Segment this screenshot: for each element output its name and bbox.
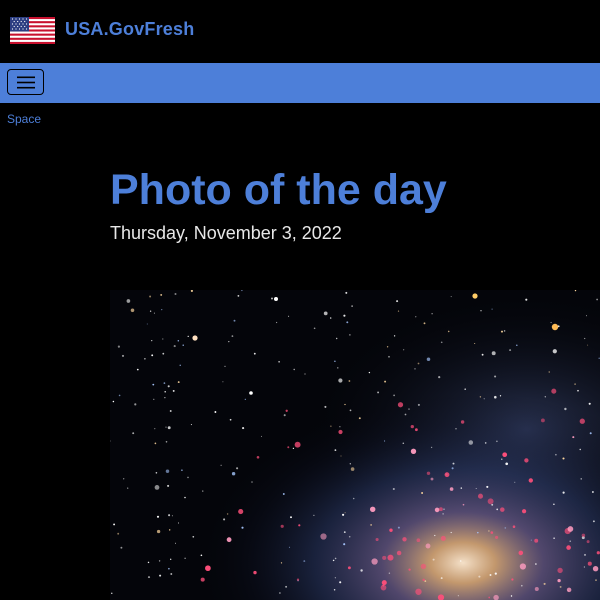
page-title: Photo of the day [110,166,447,214]
spiral-galaxy-image [110,290,600,600]
us-flag-icon[interactable] [10,17,55,44]
site-header: USA.GovFresh [0,0,600,63]
breadcrumb-link-space[interactable]: Space [7,112,41,126]
site-title-link[interactable]: USA.GovFresh [65,17,194,41]
menu-toggle-button[interactable] [7,69,44,95]
publish-date: Thursday, November 3, 2022 [110,223,342,243]
hamburger-menu-icon [17,76,35,89]
navigation-bar [0,63,600,103]
galaxy-photo [110,290,600,600]
